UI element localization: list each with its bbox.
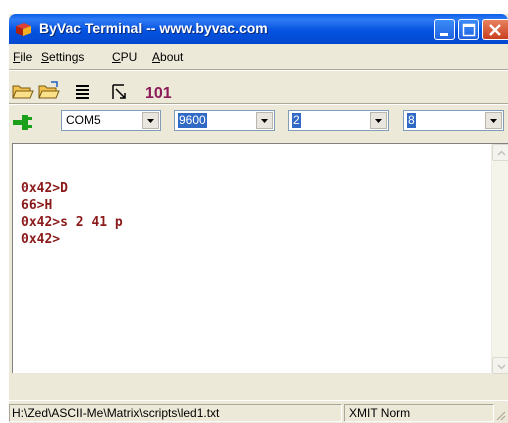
chevron-down-icon[interactable] <box>142 112 159 129</box>
menu-about[interactable]: About <box>152 50 183 64</box>
input-area <box>9 374 508 400</box>
status-mode: XMIT Norm <box>344 404 494 422</box>
connection-bar: COM5 9600 2 8 <box>9 106 508 134</box>
terminal-line: 0x42>s 2 41 p <box>21 215 123 230</box>
vertical-scrollbar[interactable] <box>491 144 508 374</box>
open-folder-icon[interactable] <box>11 79 35 103</box>
app-window: ByVac Terminal -- www.byvac.com File Set… <box>9 14 508 423</box>
baud-value: 9600 <box>178 113 207 128</box>
menu-file[interactable]: File <box>13 50 32 64</box>
menu-settings[interactable]: Settings <box>41 50 84 64</box>
terminal-line: 66>H <box>21 198 53 213</box>
menu-cpu[interactable]: CPU <box>112 50 137 64</box>
menu-bar: File Settings CPU About <box>9 46 508 68</box>
binary-icon[interactable]: 101 <box>142 79 172 103</box>
close-button[interactable] <box>482 19 508 40</box>
field4-select[interactable]: 8 <box>403 110 504 131</box>
resize-grip-icon[interactable] <box>494 409 506 421</box>
status-file-path: H:\Zed\ASCII-Me\Matrix\scripts\led1.txt <box>9 404 342 422</box>
port-value: COM5 <box>66 113 101 127</box>
scroll-down-button[interactable] <box>492 357 508 374</box>
send-icon[interactable] <box>108 79 132 103</box>
scroll-up-button[interactable] <box>492 144 508 161</box>
field3-value: 2 <box>292 113 301 128</box>
connect-plug-icon[interactable] <box>11 112 35 136</box>
window-title: ByVac Terminal -- www.byvac.com <box>39 20 268 36</box>
terminal-line: 0x42> <box>21 232 61 247</box>
title-bar[interactable]: ByVac Terminal -- www.byvac.com <box>9 14 508 44</box>
chevron-down-icon[interactable] <box>256 112 273 129</box>
terminal-line: 0x42>D <box>21 181 68 196</box>
field4-value: 8 <box>407 113 416 128</box>
minimize-button[interactable] <box>434 19 455 40</box>
baud-select[interactable]: 9600 <box>174 110 275 131</box>
toolbar: 101 <box>9 72 508 102</box>
chevron-down-icon[interactable] <box>370 112 387 129</box>
menu-file-rest: ile <box>20 50 33 64</box>
status-bar: H:\Zed\ASCII-Me\Matrix\scripts\led1.txt … <box>9 400 508 423</box>
chevron-down-icon[interactable] <box>485 112 502 129</box>
open-folder-2-icon[interactable] <box>37 79 61 103</box>
terminal-output[interactable]: 0x42>D 66>H 0x42>s 2 41 p 0x42> <box>12 143 508 374</box>
field3-select[interactable]: 2 <box>288 110 389 131</box>
port-select[interactable]: COM5 <box>61 110 161 131</box>
maximize-button[interactable] <box>458 19 479 40</box>
toolbar-separator <box>9 103 508 105</box>
menu-separator <box>9 69 508 71</box>
binary-glyph: 101 <box>145 85 172 102</box>
app-icon <box>15 22 32 37</box>
text-lines-icon[interactable] <box>71 79 95 103</box>
